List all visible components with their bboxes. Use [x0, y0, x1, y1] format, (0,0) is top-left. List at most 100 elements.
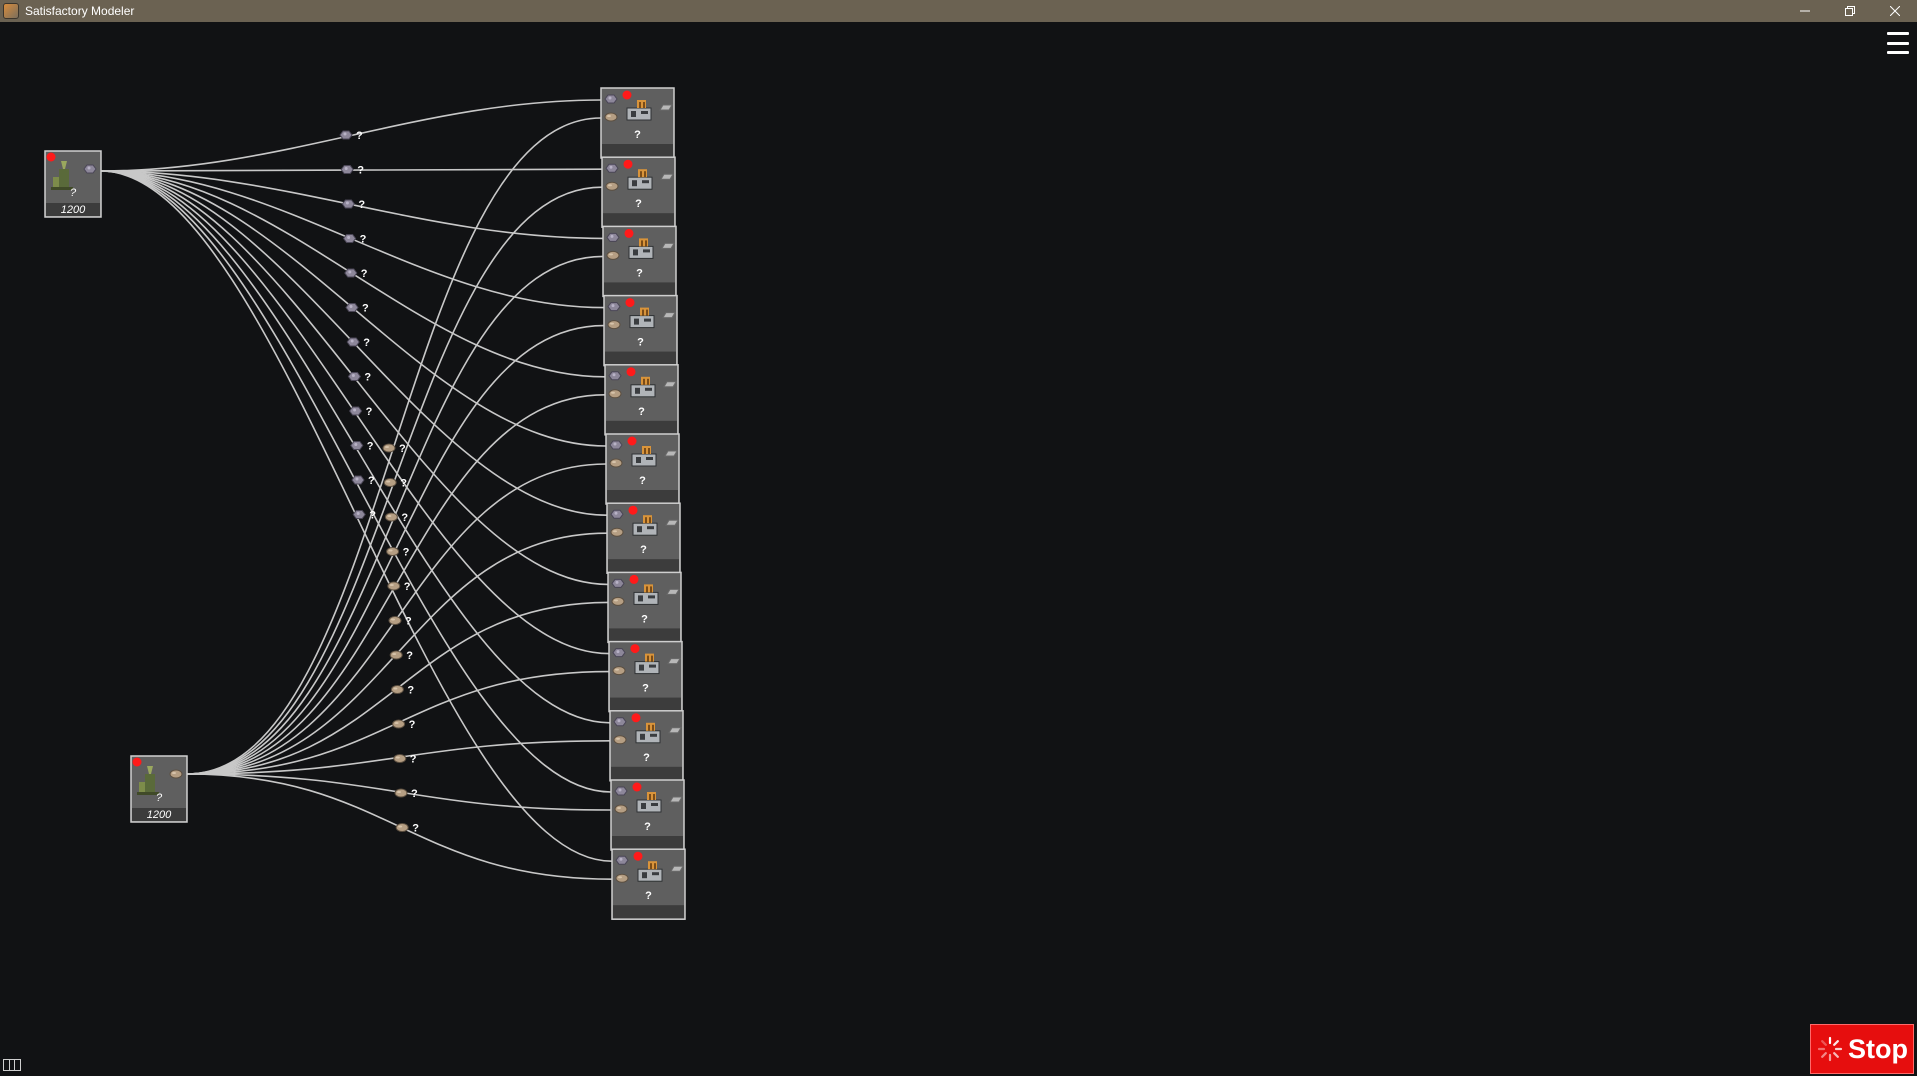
edge-rate-text: ?: [399, 443, 406, 455]
limestone-icon: [169, 769, 183, 779]
edge-rate-text: ?: [368, 475, 375, 487]
edge-rate-label[interactable]: ?: [349, 406, 373, 418]
edge-rate-text: ?: [405, 616, 412, 628]
app-icon: [3, 3, 19, 19]
minimize-button[interactable]: [1782, 0, 1827, 22]
factory-rate: ?: [643, 752, 650, 764]
factory-rate: ?: [645, 890, 652, 902]
miner-capacity: 1200: [61, 204, 86, 216]
edge-rate-text: ?: [356, 130, 363, 142]
iron-ore-icon: [613, 717, 627, 727]
status-error-icon: [631, 713, 641, 723]
iron-ore-icon: [346, 337, 360, 347]
edge-rate-label[interactable]: ?: [347, 372, 371, 384]
edge-rate-label[interactable]: ?: [341, 199, 365, 211]
limestone-icon: [613, 735, 627, 745]
edge-rate-label[interactable]: ?: [390, 685, 414, 697]
limestone-icon: [615, 873, 629, 883]
factory-rate: ?: [637, 337, 644, 349]
edge-rate-label[interactable]: ?: [350, 441, 374, 453]
restore-icon: [1844, 6, 1855, 16]
iron-ore-icon: [609, 440, 623, 450]
limestone-icon: [608, 389, 622, 399]
edge-rate-label[interactable]: ?: [343, 234, 367, 246]
limestone-icon: [612, 666, 626, 676]
miner-node[interactable]: ? 1200: [44, 150, 102, 218]
factory-node[interactable]: ?: [607, 571, 682, 644]
factory-node[interactable]: ?: [602, 225, 677, 298]
iron-ore-icon: [352, 510, 366, 519]
factory-node[interactable]: ?: [611, 848, 686, 920]
edge-rate-label[interactable]: ?: [344, 268, 368, 280]
edge-rate-text: ?: [367, 441, 374, 453]
limestone-icon: [388, 616, 402, 625]
edge-rate-label[interactable]: ?: [351, 475, 375, 487]
edge-rate-text: ?: [411, 788, 418, 800]
factory-rate: ?: [638, 406, 645, 418]
edge-rate-text: ?: [410, 754, 417, 766]
iron-ore-icon: [349, 406, 363, 416]
panel-layout-icon[interactable]: [3, 1059, 21, 1071]
window-titlebar[interactable]: Satisfactory Modeler: [0, 0, 1917, 22]
iron-ore-icon: [611, 578, 625, 588]
iron-ore-icon: [615, 855, 629, 865]
edge-rate-label[interactable]: ?: [386, 547, 410, 559]
stop-label: Stop: [1848, 1033, 1908, 1064]
limestone-icon: [392, 719, 406, 729]
close-button[interactable]: [1872, 0, 1917, 22]
factory-node[interactable]: ?: [604, 364, 679, 436]
iron-ore-icon: [604, 94, 618, 104]
factory-node[interactable]: ?: [606, 502, 681, 574]
iron-ore-icon: [345, 303, 359, 312]
close-icon: [1889, 6, 1900, 16]
factory-node[interactable]: ?: [605, 433, 680, 505]
factory-graph-canvas[interactable]: ???????????????????????? ? 1200? 1200?????…: [0, 22, 1917, 1076]
edge-rate-label[interactable]: ?: [395, 823, 419, 835]
iron-ore-icon: [608, 371, 622, 381]
limestone-icon: [384, 512, 398, 522]
iron-ore-icon: [351, 475, 365, 485]
iron-ore-icon: [607, 302, 621, 312]
miner-node[interactable]: ? 1200: [130, 755, 188, 823]
iron-ore-icon: [347, 372, 361, 381]
edge-label-layer: ????????????????????????: [339, 130, 419, 835]
limestone-icon: [382, 443, 396, 453]
edge-rate-text: ?: [401, 512, 408, 524]
status-error-icon: [629, 574, 639, 584]
status-error-icon: [132, 757, 142, 767]
edge-rate-label[interactable]: ?: [389, 650, 413, 662]
edge-rate-label[interactable]: ?: [393, 754, 417, 766]
limestone-icon: [611, 596, 625, 606]
factory-node[interactable]: ?: [609, 710, 684, 782]
edge-rate-label[interactable]: ?: [339, 130, 363, 142]
factory-node[interactable]: ?: [600, 87, 675, 159]
factory-rate: ?: [636, 267, 643, 279]
edge-rate-label[interactable]: ?: [384, 512, 408, 524]
edge-rate-label[interactable]: ?: [394, 788, 418, 800]
stop-button[interactable]: Stop: [1810, 1024, 1914, 1074]
factory-node[interactable]: ?: [608, 640, 683, 713]
edge-rate-label[interactable]: ?: [352, 510, 376, 522]
edge-rate-text: ?: [358, 199, 365, 211]
factory-node[interactable]: ?: [601, 156, 676, 228]
minimize-icon: [1799, 10, 1810, 12]
status-error-icon: [626, 367, 636, 377]
edge-rate-text: ?: [366, 406, 373, 418]
iron-ore-icon: [610, 509, 624, 519]
iron-ore-icon: [350, 441, 364, 450]
status-error-icon: [623, 159, 633, 169]
limestone-icon: [390, 685, 404, 694]
iron-ore-icon: [606, 232, 620, 242]
edge-rate-text: ?: [406, 650, 413, 662]
factory-node[interactable]: ?: [610, 779, 685, 851]
iron-ore-icon: [343, 234, 357, 243]
edge-rate-label[interactable]: ?: [340, 165, 364, 177]
limestone-icon: [386, 547, 400, 556]
edge-rate-text: ?: [404, 581, 411, 593]
iron-ore-icon: [340, 165, 354, 174]
restore-button[interactable]: [1827, 0, 1872, 22]
status-error-icon: [632, 782, 642, 792]
factory-node[interactable]: ?: [603, 294, 678, 367]
status-error-icon: [622, 90, 632, 100]
edge-rate-text: ?: [369, 510, 376, 522]
